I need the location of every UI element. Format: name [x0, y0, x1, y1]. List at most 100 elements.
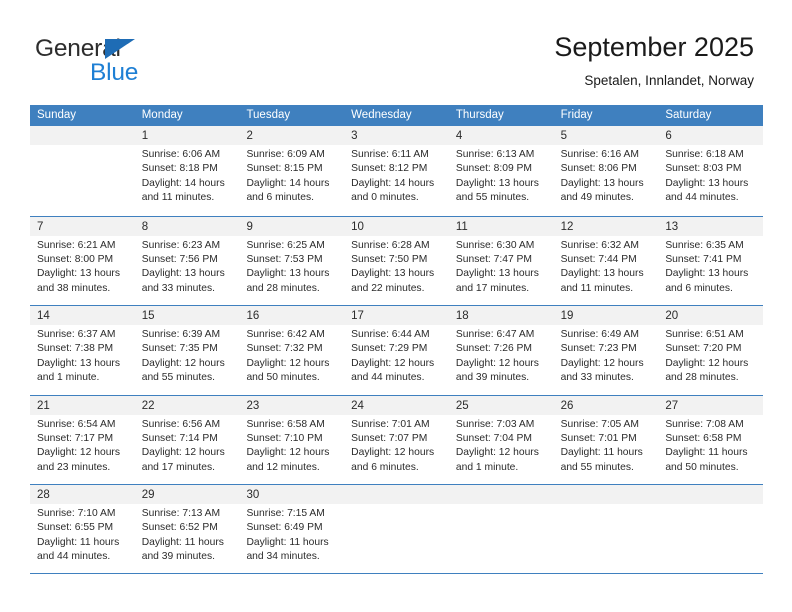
calendar-day-cell[interactable]: 27 Sunrise: 7:08 AM Sunset: 6:58 PM Dayligh… — [658, 395, 764, 484]
daylight-text-line1: Daylight: 12 hours — [351, 447, 435, 459]
sunrise-text: Sunrise: 7:15 AM — [246, 508, 325, 519]
daylight-text-line1: Daylight: 13 hours — [560, 177, 644, 189]
daylight-text-line1: Daylight: 12 hours — [246, 447, 330, 459]
day-number-band: 3 — [344, 126, 449, 145]
calendar-day-cell[interactable]: 10 Sunrise: 6:28 AM Sunset: 7:50 PM Dayligh… — [344, 216, 449, 305]
daylight-text-line2: and 23 minutes. — [37, 461, 111, 473]
sunset-text: Sunset: 8:15 PM — [246, 163, 323, 175]
sunrise-text: Sunrise: 6:28 AM — [351, 239, 430, 251]
day-details: Sunrise: 6:06 AM Sunset: 8:18 PM Daylight:… — [135, 145, 240, 206]
calendar-day-cell[interactable]: 17 Sunrise: 6:44 AM Sunset: 7:29 PM Dayligh… — [344, 306, 449, 395]
day-number-band: 21 — [30, 395, 135, 415]
calendar-week-row: 21 Sunrise: 6:54 AM Sunset: 7:17 PM Dayligh… — [30, 394, 764, 484]
weekday-header-thursday: Thursday — [455, 109, 504, 121]
daylight-text-line2: and 55 minutes. — [560, 461, 634, 473]
calendar-day-cell[interactable]: 21 Sunrise: 6:54 AM Sunset: 7:17 PM Dayligh… — [30, 395, 135, 484]
day-number: 6 — [665, 130, 672, 142]
day-details: Sunrise: 6:56 AM Sunset: 7:14 PM Daylight:… — [135, 415, 240, 476]
calendar-day-cell[interactable]: 4 Sunrise: 6:13 AM Sunset: 8:09 PM Daylight… — [448, 126, 554, 216]
sunset-text: Sunset: 7:32 PM — [246, 343, 323, 355]
day-number: 15 — [141, 310, 155, 322]
daylight-text-line1: Daylight: 14 hours — [141, 177, 225, 189]
sunrise-text: Sunrise: 6:37 AM — [37, 329, 116, 340]
daylight-text-line2: and 28 minutes. — [665, 372, 739, 384]
calendar-day-cell[interactable]: 8 Sunrise: 6:23 AM Sunset: 7:56 PM Daylight… — [134, 216, 240, 305]
day-details: Sunrise: 7:03 AM Sunset: 7:04 PM Daylight:… — [449, 415, 554, 476]
sunrise-text: Sunrise: 6:30 AM — [455, 239, 535, 251]
calendar-week-row: 7 Sunrise: 6:21 AM Sunset: 8:00 PM Daylight… — [30, 215, 764, 305]
sunrise-text: Sunrise: 6:09 AM — [246, 149, 325, 160]
daylight-text-line1: Daylight: 13 hours — [141, 268, 225, 280]
daylight-text-line1: Daylight: 12 hours — [455, 447, 539, 459]
daylight-text-line2: and 50 minutes. — [665, 461, 739, 473]
calendar-day-cell[interactable]: 5 Sunrise: 6:16 AM Sunset: 8:06 PM Daylight… — [553, 126, 659, 216]
calendar-day-cell[interactable]: 12 Sunrise: 6:32 AM Sunset: 7:44 PM Dayligh… — [553, 216, 659, 305]
calendar-day-cell[interactable]: 15 Sunrise: 6:39 AM Sunset: 7:35 PM Dayligh… — [134, 306, 240, 395]
calendar-day-cell[interactable]: 20 Sunrise: 6:51 AM Sunset: 7:20 PM Dayligh… — [658, 306, 764, 395]
calendar-day-cell[interactable]: 9 Sunrise: 6:25 AM Sunset: 7:53 PM Daylight… — [239, 216, 345, 305]
calendar-day-cell[interactable]: 14 Sunrise: 6:37 AM Sunset: 7:38 PM Dayligh… — [30, 306, 135, 395]
sunset-text: Sunset: 7:50 PM — [351, 253, 428, 265]
calendar-day-cell[interactable]: 11 Sunrise: 6:30 AM Sunset: 7:47 PM Dayligh… — [448, 216, 554, 305]
weekday-header-wednesday: Wednesday — [351, 109, 412, 121]
daylight-text-line2: and 50 minutes. — [246, 372, 320, 384]
daylight-text-line2: and 49 minutes. — [560, 192, 634, 204]
day-number-band: 1 — [134, 126, 240, 145]
calendar-day-cell[interactable]: 25 Sunrise: 7:03 AM Sunset: 7:04 PM Dayligh… — [448, 395, 554, 484]
day-number: 28 — [37, 489, 50, 501]
calendar-day-cell[interactable]: 28 Sunrise: 7:10 AM Sunset: 6:55 PM Dayligh… — [30, 485, 135, 573]
daylight-text-line1: Daylight: 12 hours — [141, 357, 225, 369]
daylight-text-line1: Daylight: 13 hours — [665, 177, 749, 189]
day-details: Sunrise: 6:18 AM Sunset: 8:03 PM Daylight:… — [658, 145, 763, 206]
day-number: 29 — [141, 489, 155, 501]
daylight-text-line2: and 6 minutes. — [351, 461, 419, 473]
sunset-text: Sunset: 6:55 PM — [37, 522, 114, 534]
day-number-band — [553, 485, 659, 504]
calendar-day-cell[interactable]: 6 Sunrise: 6:18 AM Sunset: 8:03 PM Daylight… — [658, 126, 764, 216]
calendar-day-cell[interactable]: 26 Sunrise: 7:05 AM Sunset: 7:01 PM Dayligh… — [553, 395, 659, 484]
sunrise-text: Sunrise: 6:47 AM — [455, 329, 535, 340]
calendar-day-cell-empty — [448, 485, 554, 573]
daylight-text-line2: and 0 minutes. — [351, 192, 419, 204]
calendar-day-cell[interactable]: 29 Sunrise: 7:13 AM Sunset: 6:52 PM Dayligh… — [134, 485, 240, 573]
calendar-day-cell[interactable]: 2 Sunrise: 6:09 AM Sunset: 8:15 PM Daylight… — [239, 126, 345, 216]
calendar-day-cell-empty — [344, 485, 449, 573]
general-blue-logo[interactable]: General Blue — [35, 35, 235, 87]
sunrise-text: Sunrise: 7:05 AM — [560, 418, 640, 430]
day-number: 5 — [560, 130, 567, 142]
day-number: 22 — [141, 399, 155, 412]
calendar-day-cell[interactable]: 19 Sunrise: 6:49 AM Sunset: 7:23 PM Dayligh… — [553, 306, 659, 395]
calendar-day-cell[interactable]: 24 Sunrise: 7:01 AM Sunset: 7:07 PM Dayligh… — [344, 395, 449, 484]
daylight-text-line2: and 33 minutes. — [560, 372, 634, 384]
day-details: Sunrise: 6:21 AM Sunset: 8:00 PM Daylight:… — [30, 236, 135, 297]
day-number: 9 — [246, 220, 253, 233]
sunset-text: Sunset: 6:58 PM — [665, 432, 742, 444]
sunrise-text: Sunrise: 6:32 AM — [560, 239, 640, 251]
calendar-day-cell[interactable]: 30 Sunrise: 7:15 AM Sunset: 6:49 PM Dayligh… — [239, 485, 345, 573]
day-details: Sunrise: 7:15 AM Sunset: 6:49 PM Daylight:… — [239, 504, 344, 565]
sunrise-text: Sunrise: 6:54 AM — [37, 418, 116, 430]
sunset-text: Sunset: 7:29 PM — [351, 343, 428, 355]
sunrise-text: Sunrise: 6:42 AM — [246, 329, 325, 340]
day-number: 2 — [246, 130, 253, 142]
calendar-day-cell[interactable]: 23 Sunrise: 6:58 AM Sunset: 7:10 PM Dayligh… — [239, 395, 345, 484]
daylight-text-line1: Daylight: 13 hours — [455, 177, 539, 189]
calendar-day-cell[interactable]: 13 Sunrise: 6:35 AM Sunset: 7:41 PM Dayligh… — [658, 216, 764, 305]
day-number-band: 22 — [134, 395, 240, 415]
sunset-text: Sunset: 7:10 PM — [246, 432, 323, 444]
day-number-band: 12 — [553, 216, 659, 236]
calendar-day-cell-empty — [658, 485, 764, 573]
calendar-day-cell[interactable]: 16 Sunrise: 6:42 AM Sunset: 7:32 PM Dayligh… — [239, 306, 345, 395]
calendar-day-cell[interactable]: 1 Sunrise: 6:06 AM Sunset: 8:18 PM Daylight… — [134, 126, 240, 216]
calendar-day-cell[interactable]: 18 Sunrise: 6:47 AM Sunset: 7:26 PM Dayligh… — [448, 306, 554, 395]
sunset-text: Sunset: 8:12 PM — [351, 163, 428, 175]
day-details: Sunrise: 7:10 AM Sunset: 6:55 PM Daylight:… — [30, 504, 135, 565]
daylight-text-line1: Daylight: 11 hours — [560, 447, 643, 459]
day-number-band: 16 — [239, 306, 345, 325]
day-number: 23 — [246, 399, 260, 412]
calendar-day-cell[interactable]: 3 Sunrise: 6:11 AM Sunset: 8:12 PM Daylight… — [344, 126, 449, 216]
day-details: Sunrise: 7:05 AM Sunset: 7:01 PM Daylight:… — [554, 415, 659, 476]
calendar-day-cell[interactable]: 7 Sunrise: 6:21 AM Sunset: 8:00 PM Daylight… — [30, 216, 135, 305]
sunset-text: Sunset: 7:35 PM — [141, 343, 218, 355]
calendar-day-cell[interactable]: 22 Sunrise: 6:56 AM Sunset: 7:14 PM Dayligh… — [134, 395, 240, 484]
